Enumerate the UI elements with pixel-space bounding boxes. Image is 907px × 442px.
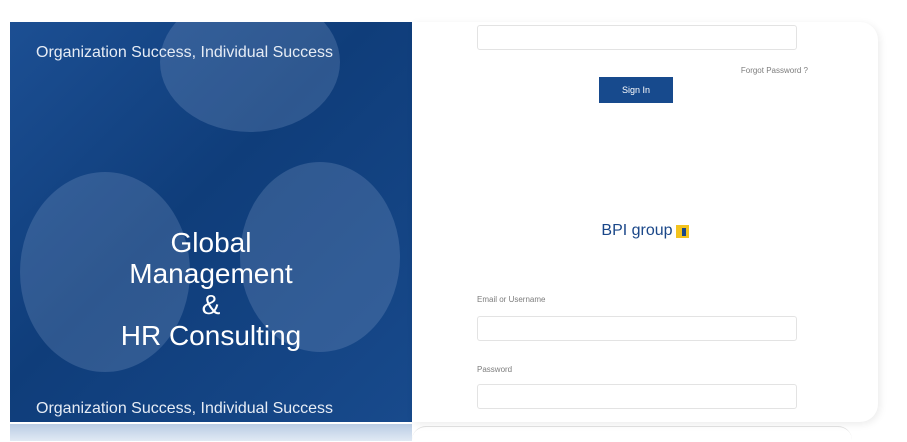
hero-tagline-top: Organization Success, Individual Success	[36, 44, 334, 61]
bpi-logo-icon	[675, 224, 689, 238]
brand-name: BPI group	[601, 222, 673, 239]
forgot-password-link[interactable]: Forgot Password ?	[741, 66, 808, 75]
reflection-strip	[10, 424, 412, 441]
email-label: Email or Username	[477, 295, 546, 304]
hero-panel: Organization Success, Individual Success…	[10, 22, 412, 422]
login-panel: Forgot Password ? Sign In BPI group Emai…	[412, 22, 878, 422]
email-field[interactable]	[477, 316, 797, 341]
password-field[interactable]	[477, 384, 797, 409]
hero-photo-overlay	[160, 22, 340, 132]
reflection-strip-right	[412, 426, 852, 442]
headline-line: &	[201, 289, 221, 320]
headline-line: Global	[170, 227, 252, 258]
hero-headline: Global Management & HR Consulting	[10, 227, 412, 351]
password-label: Password	[477, 365, 513, 374]
password-field-top[interactable]	[477, 25, 797, 50]
sign-in-button[interactable]: Sign In	[599, 77, 673, 103]
hero-tagline-bottom: Organization Success, Individual Success	[36, 400, 334, 417]
headline-line: HR Consulting	[120, 320, 302, 351]
headline-line: Management	[129, 258, 293, 289]
brand-logo-block: BPI group	[412, 222, 878, 240]
